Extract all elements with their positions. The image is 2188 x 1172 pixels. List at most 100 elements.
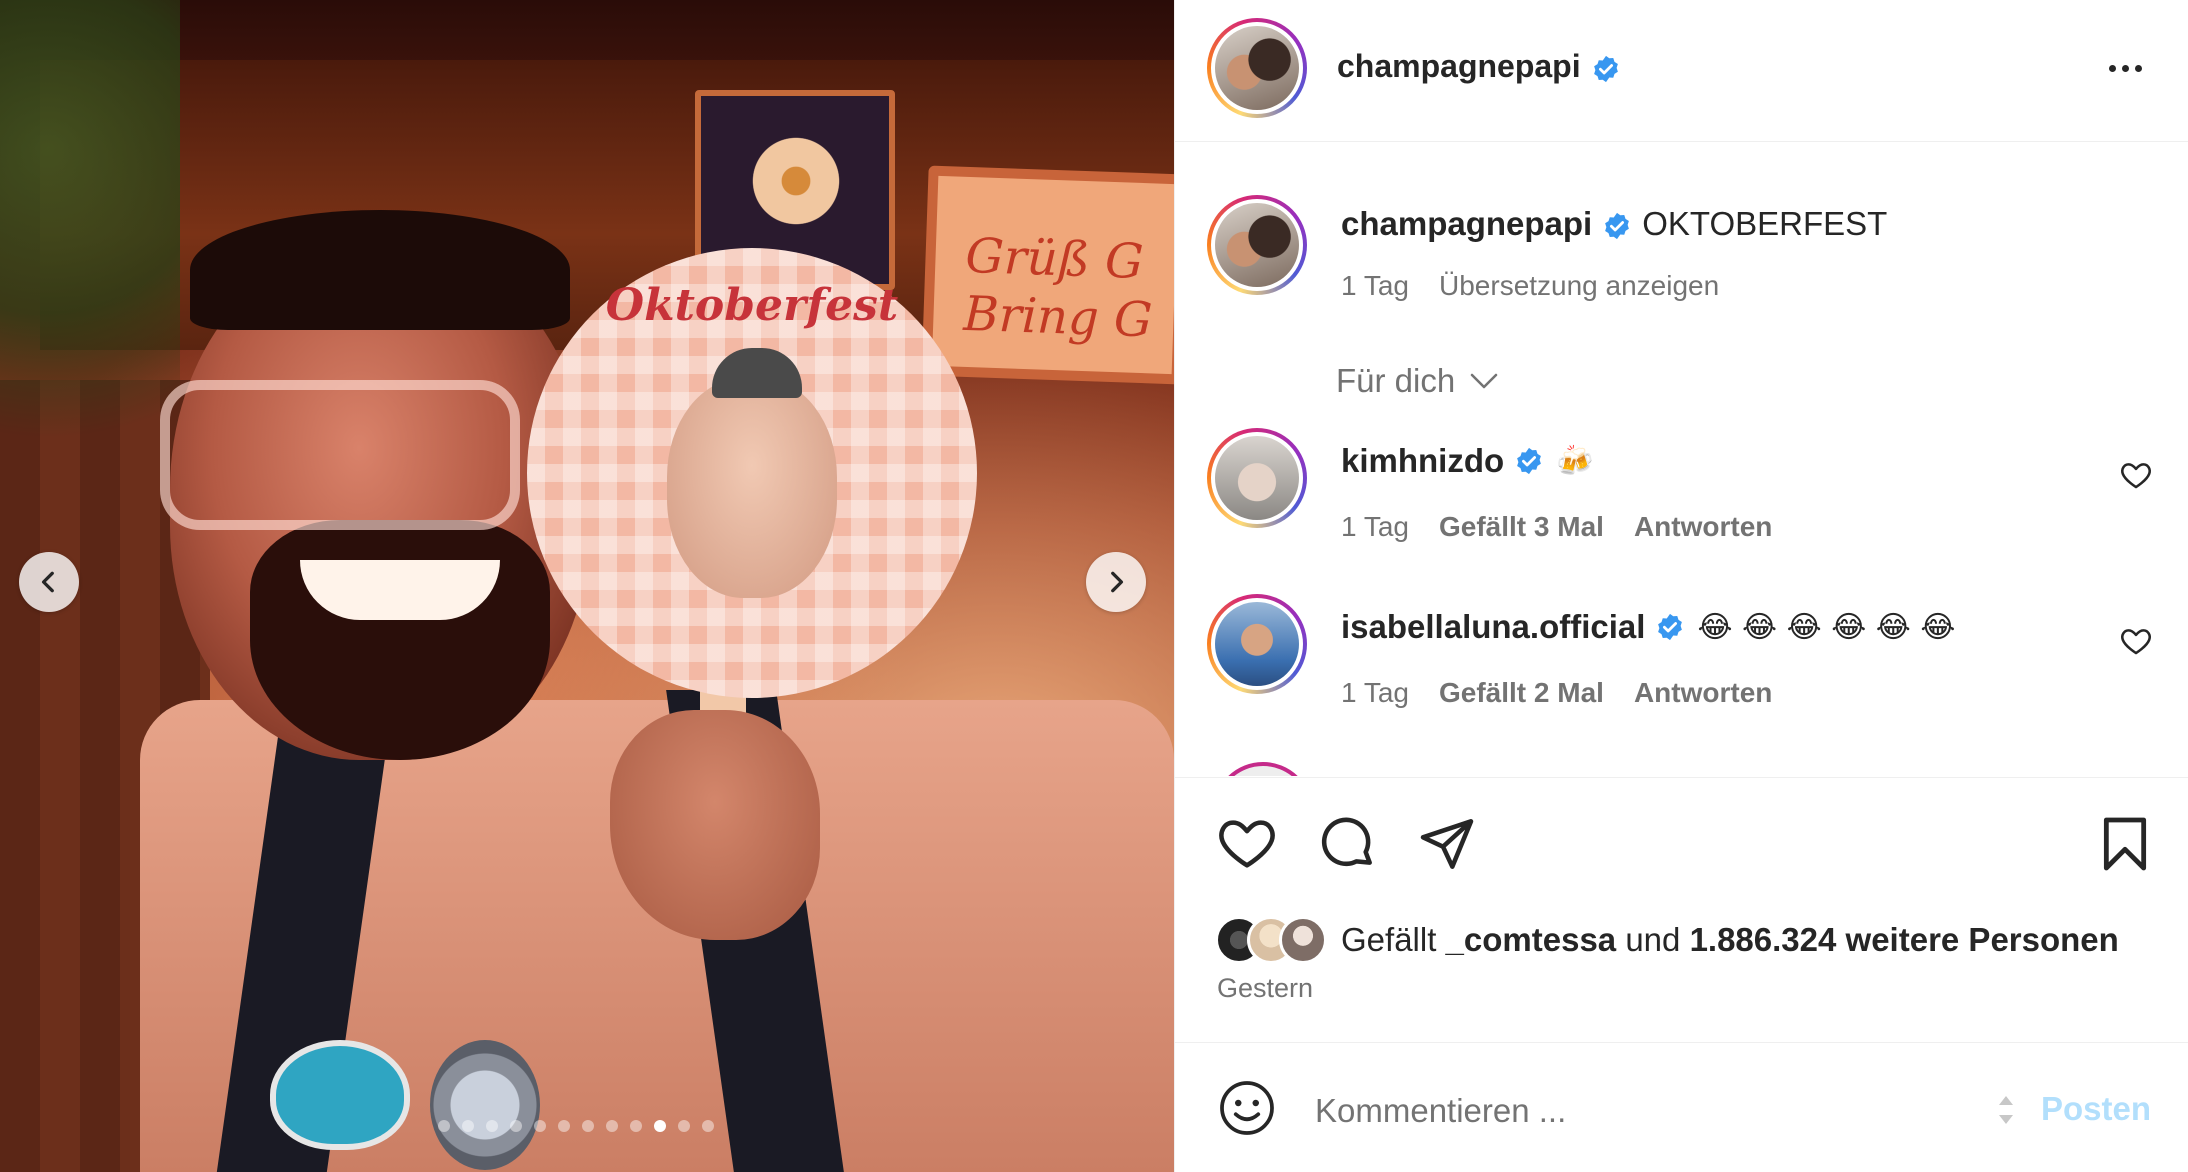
verified-badge-icon	[1658, 613, 1683, 641]
more-dot	[2121, 64, 2129, 72]
person-hand	[610, 710, 820, 940]
carousel-dot	[486, 1120, 498, 1132]
more-options-button[interactable]	[2095, 48, 2155, 88]
greeting-sign-text: Grüß G Bring G	[962, 227, 1154, 349]
next-media-button[interactable]	[1086, 552, 1146, 612]
caption-meta: 1 Tag Übersetzung anzeigen	[1341, 270, 1749, 302]
person-glasses	[160, 380, 520, 530]
carousel-dot	[558, 1120, 570, 1132]
action-bar	[1175, 812, 2188, 876]
fan-hat	[712, 348, 802, 398]
comment-meta: 1 Tag Gefällt 3 Mal Antworten	[1341, 511, 1802, 543]
paper-plane-icon	[1420, 819, 1474, 869]
carousel-indicator	[438, 1120, 714, 1132]
composer-divider	[1175, 1042, 2188, 1043]
person-beard	[250, 520, 550, 760]
chevron-right-icon	[1111, 571, 1124, 593]
author-avatar-image	[1215, 26, 1299, 110]
post-media[interactable]: Grüß G Bring G Oktoberfest	[0, 0, 1174, 1172]
comment-likes[interactable]: Gefällt 2 Mal	[1439, 677, 1604, 708]
comment-like-button[interactable]	[2119, 458, 2153, 492]
liker-avatar[interactable]	[1279, 916, 1327, 964]
author-avatar-frame	[1211, 22, 1303, 114]
caption-username[interactable]: champagnepapi	[1341, 205, 1592, 242]
comments-sort-dropdown[interactable]: Für dich	[1336, 362, 1499, 400]
reply-button[interactable]: Antworten	[1634, 511, 1772, 542]
edelweiss-flower	[741, 126, 851, 236]
previous-media-button[interactable]	[19, 552, 79, 612]
smiley-icon	[1220, 1081, 1274, 1135]
likes-conjunction: und	[1625, 921, 1681, 958]
carousel-dot	[534, 1120, 546, 1132]
likes-text: Gefällt _comtessa und 1.886.324 weitere …	[1341, 921, 2119, 959]
carousel-dot	[678, 1120, 690, 1132]
verified-badge-icon	[1605, 213, 1630, 240]
person-smile	[300, 560, 500, 620]
comment-button[interactable]	[1315, 812, 1379, 876]
comment-body: 😂 😂 😂 😂 😂 😂	[1697, 609, 1956, 645]
caption-text: OKTOBERFEST	[1642, 205, 1888, 242]
header-divider	[1175, 141, 2188, 142]
comment-meta: 1 Tag Gefällt 2 Mal Antworten	[1341, 677, 1802, 709]
carousel-dot	[654, 1120, 666, 1132]
carousel-dot	[462, 1120, 474, 1132]
chevron-down-icon	[1470, 373, 1498, 389]
header-username[interactable]: champagnepapi	[1337, 48, 1581, 84]
header-username-row: champagnepapi	[1337, 48, 1621, 85]
comment-avatar-image	[1215, 602, 1299, 686]
share-button[interactable]	[1415, 812, 1479, 876]
more-horizontal-icon	[2108, 64, 2116, 72]
comment-avatar-image	[1215, 436, 1299, 520]
likes-prefix: Gefällt	[1341, 921, 1437, 958]
likes-summary: Gefällt _comtessa und 1.886.324 weitere …	[1215, 912, 2119, 968]
comment-avatar-frame	[1211, 432, 1303, 524]
translate-link[interactable]: Übersetzung anzeigen	[1439, 270, 1719, 301]
comment-bubble-icon	[1321, 817, 1372, 867]
heart-pin	[270, 1040, 410, 1150]
more-dot	[2134, 64, 2142, 72]
comment-username[interactable]: kimhnizdo	[1341, 442, 1504, 480]
author-avatar[interactable]	[1207, 18, 1307, 118]
reply-button[interactable]: Antworten	[1634, 677, 1772, 708]
comment-avatar[interactable]	[1207, 428, 1307, 528]
comment-input[interactable]	[1315, 1086, 1915, 1136]
caption-avatar-image	[1215, 203, 1299, 287]
post-comment-button[interactable]: Posten	[2041, 1090, 2151, 1128]
caption-age[interactable]: 1 Tag	[1341, 270, 1409, 301]
comment-username[interactable]: isabellaluna.official	[1341, 608, 1645, 646]
carousel-dot	[702, 1120, 714, 1132]
caption-avatar-frame	[1211, 199, 1303, 291]
likes-user-link[interactable]: _comtessa	[1446, 921, 1617, 958]
comment-body: 🍻	[1556, 443, 1594, 479]
like-button[interactable]	[1215, 812, 1279, 876]
wristwatch	[430, 1040, 540, 1170]
comments-sort-label: Für dich	[1336, 362, 1456, 399]
post-details-panel: champagnepapi champagnepapi OKTOBERFEST 1…	[1174, 0, 2188, 1172]
oktoberfest-fan: Oktoberfest	[527, 248, 977, 698]
actions-divider	[1175, 777, 2188, 778]
emoji-button[interactable]	[1217, 1078, 1277, 1138]
carousel-dot	[582, 1120, 594, 1132]
comment-avatar[interactable]	[1207, 594, 1307, 694]
comment-age[interactable]: 1 Tag	[1341, 511, 1409, 542]
caption-avatar[interactable]	[1207, 195, 1307, 295]
heart-icon	[1219, 820, 1275, 868]
comment-text-row: kimhnizdo 🍻	[1341, 442, 1594, 480]
caption: champagnepapi OKTOBERFEST	[1341, 205, 1887, 243]
comment-like-button[interactable]	[2119, 624, 2153, 658]
carousel-dot	[438, 1120, 450, 1132]
verified-badge-icon	[1517, 447, 1542, 475]
post-date[interactable]: Gestern	[1217, 973, 1313, 1004]
save-button[interactable]	[2093, 812, 2157, 876]
greeting-sign: Grüß G Bring G	[921, 165, 1174, 385]
chevron-left-icon	[41, 571, 54, 593]
likes-others-link[interactable]: 1.886.324 weitere Personen	[1690, 921, 2119, 958]
comment-age[interactable]: 1 Tag	[1341, 677, 1409, 708]
fan-portrait	[667, 378, 837, 598]
carousel-dot	[510, 1120, 522, 1132]
comment-likes[interactable]: Gefällt 3 Mal	[1439, 511, 1604, 542]
next-comment-avatar-ring	[1213, 762, 1313, 776]
person-hair	[190, 210, 570, 330]
comment-avatar-frame	[1211, 598, 1303, 690]
verified-badge-icon	[1593, 55, 1618, 82]
